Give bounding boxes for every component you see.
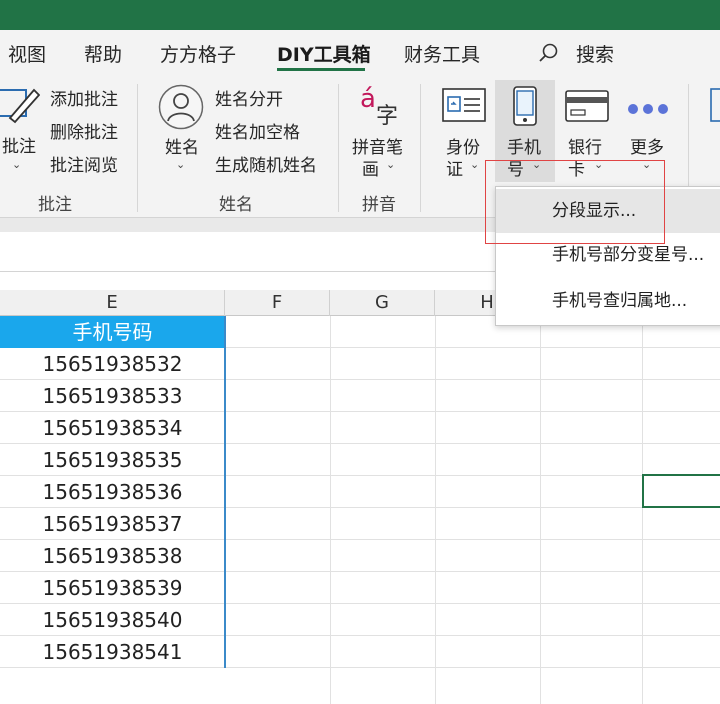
- more-label[interactable]: 更多: [630, 133, 664, 158]
- phone-cell[interactable]: 15651938540: [0, 604, 225, 636]
- group-label-annotation: 批注: [38, 195, 72, 215]
- search-box[interactable]: 搜索: [576, 40, 614, 67]
- chevron-down-icon: ⌄: [470, 158, 480, 171]
- worksheet-grid[interactable]: 手机号码 15651938532 15651938533 15651938534…: [0, 316, 720, 704]
- search-icon[interactable]: [538, 42, 560, 69]
- add-annotation-button[interactable]: 添加批注: [50, 85, 118, 110]
- id-card-label-2[interactable]: 证: [446, 155, 463, 180]
- chevron-down-icon: ⌄: [176, 158, 186, 171]
- title-bar: [0, 0, 720, 30]
- phone-cell[interactable]: 15651938539: [0, 572, 225, 604]
- split-name-button[interactable]: 姓名分开: [215, 85, 283, 110]
- ribbon-tabs: 视图 帮助 方方格子 DIY工具箱 财务工具 搜索: [0, 30, 720, 76]
- column-header-g[interactable]: G: [330, 290, 435, 316]
- grid-line: [540, 316, 541, 704]
- tab-finance[interactable]: 财务工具: [404, 40, 480, 67]
- phone-icon: [512, 86, 538, 130]
- person-icon[interactable]: [158, 84, 204, 134]
- pinyin-icon[interactable]: á 字: [360, 84, 400, 129]
- header-cell-phone-number[interactable]: 手机号码: [0, 316, 225, 348]
- group-label-name: 姓名: [219, 195, 253, 215]
- phone-cell[interactable]: 15651938537: [0, 508, 225, 540]
- delete-annotation-button[interactable]: 删除批注: [50, 118, 118, 143]
- pinyin-stroke-label-2[interactable]: 画: [362, 155, 379, 180]
- name-big-label[interactable]: 姓名: [165, 133, 199, 158]
- selected-cell[interactable]: [642, 474, 720, 508]
- tab-help[interactable]: 帮助: [84, 40, 122, 67]
- id-card-icon[interactable]: [442, 88, 486, 126]
- name-add-space-button[interactable]: 姓名加空格: [215, 118, 300, 143]
- excel-window: 视图 帮助 方方格子 DIY工具箱 财务工具 搜索 批注 ⌄ 添加批注 删除批注…: [0, 0, 720, 704]
- more-dots-icon[interactable]: [627, 100, 669, 119]
- phone-cell[interactable]: 15651938535: [0, 444, 225, 476]
- highlight-annotation-box: [485, 160, 665, 244]
- random-name-button[interactable]: 生成随机姓名: [215, 151, 317, 176]
- phone-cell[interactable]: 15651938534: [0, 412, 225, 444]
- group-separator: [338, 84, 339, 212]
- grid-line: [435, 316, 436, 704]
- phone-cell[interactable]: 15651938541: [0, 636, 225, 668]
- group-separator: [420, 84, 421, 212]
- tab-diy-toolbox[interactable]: DIY工具箱: [277, 40, 371, 67]
- phone-cell[interactable]: 15651938532: [0, 348, 225, 380]
- active-tab-indicator: [277, 68, 365, 71]
- column-e-border: [224, 316, 226, 668]
- view-annotation-button[interactable]: 批注阅览: [50, 151, 118, 176]
- grid-line: [642, 316, 643, 704]
- menu-item-phone-location[interactable]: 手机号查归属地...: [496, 279, 720, 323]
- bank-card-icon[interactable]: [565, 90, 609, 126]
- column-header-f[interactable]: F: [225, 290, 330, 316]
- annotation-big-label[interactable]: 批注: [2, 132, 36, 157]
- annotation-pen-icon[interactable]: [0, 82, 41, 130]
- group-separator: [137, 84, 138, 212]
- partial-icon: [710, 88, 720, 126]
- phone-cell[interactable]: 15651938538: [0, 540, 225, 572]
- tab-fangfang[interactable]: 方方格子: [160, 40, 236, 67]
- chevron-down-icon: ⌄: [12, 158, 22, 171]
- grid-line: [330, 316, 331, 704]
- phone-cell[interactable]: 15651938533: [0, 380, 225, 412]
- phone-cell[interactable]: 15651938536: [0, 476, 225, 508]
- tab-view[interactable]: 视图: [8, 40, 46, 67]
- column-header-e[interactable]: E: [0, 290, 225, 316]
- group-label-pinyin: 拼音: [362, 195, 396, 215]
- chevron-down-icon: ⌄: [386, 158, 396, 171]
